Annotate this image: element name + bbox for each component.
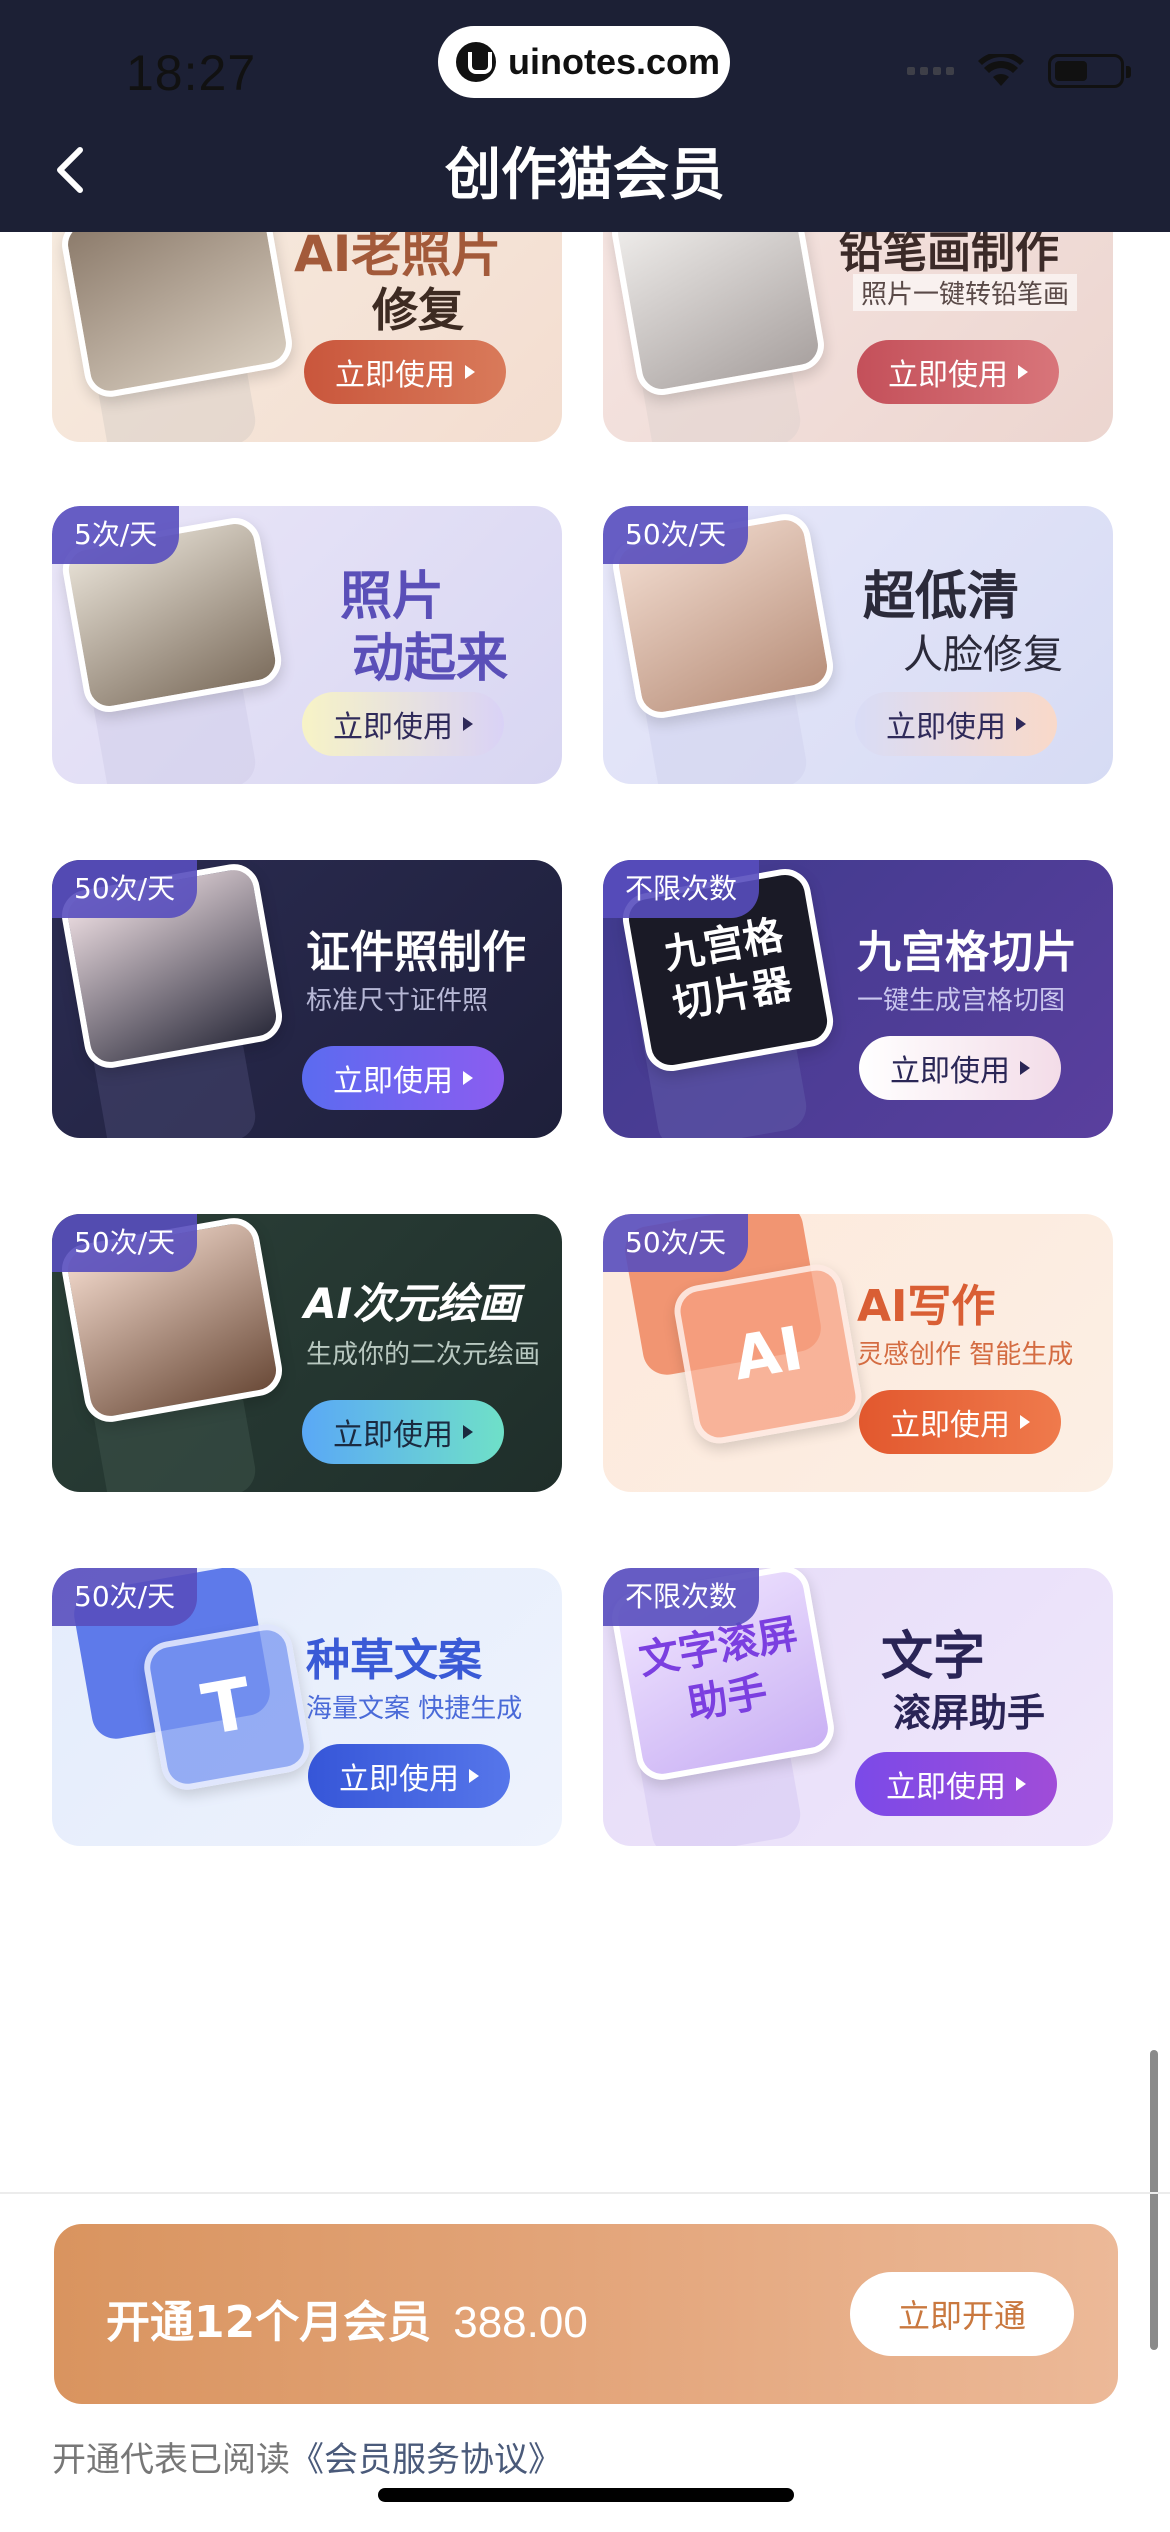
card-subtitle: 标准尺寸证件照 bbox=[306, 986, 489, 1016]
agreement-prefix: 开通代表已阅读 bbox=[52, 2440, 290, 2480]
card-old-photo-repair[interactable]: AI老照片 修复 立即使用 bbox=[52, 232, 562, 442]
card-id-photo[interactable]: 50次/天 证件照制作 标准尺寸证件照 立即使用 bbox=[52, 860, 562, 1138]
play-arrow-icon bbox=[463, 717, 473, 731]
wifi-icon bbox=[978, 51, 1024, 88]
card-title-line1: 文字 bbox=[881, 1627, 986, 1687]
button-label: 立即使用 bbox=[890, 1408, 1010, 1443]
text-thumb: T bbox=[140, 1620, 314, 1794]
usage-badge: 不限次数 bbox=[603, 860, 760, 918]
use-now-button[interactable]: 立即使用 bbox=[308, 1744, 510, 1808]
usage-badge: 不限次数 bbox=[603, 1568, 760, 1626]
plan-price: 388.00 bbox=[453, 2298, 588, 2347]
card-title-line1: 超低清 bbox=[863, 567, 1020, 627]
card-photo-animate[interactable]: 5次/天 照片 动起来 立即使用 bbox=[52, 506, 562, 784]
card-scroll-text[interactable]: 文字滚屏助手 不限次数 文字 滚屏助手 立即使用 bbox=[603, 1568, 1113, 1846]
play-arrow-icon bbox=[1016, 717, 1026, 731]
card-title-line2: 滚屏助手 bbox=[893, 1691, 1046, 1735]
card-pencil-drawing[interactable]: 铅笔画制作 照片一键转铅笔画 立即使用 bbox=[603, 232, 1113, 442]
purchase-bar: 开通12个月会员 388.00 立即开通 bbox=[54, 2224, 1118, 2404]
feature-grid: AI老照片 修复 立即使用 铅笔画制作 照片一键转铅笔画 立即使用 5次/天 照… bbox=[0, 232, 1170, 2192]
use-now-button[interactable]: 立即使用 bbox=[855, 1752, 1057, 1816]
button-label: 立即使用 bbox=[333, 710, 453, 745]
card-anime-drawing[interactable]: 50次/天 AI次元绘画 生成你的二次元绘画 立即使用 bbox=[52, 1214, 562, 1492]
usage-badge: 50次/天 bbox=[603, 506, 749, 564]
card-ai-writing[interactable]: AI 50次/天 AI写作 灵感创作 智能生成 立即使用 bbox=[603, 1214, 1113, 1492]
card-title-line2: 动起来 bbox=[352, 629, 509, 689]
card-subtitle: 灵感创作 智能生成 bbox=[857, 1340, 1074, 1370]
play-arrow-icon bbox=[463, 1071, 473, 1085]
usage-badge: 5次/天 bbox=[52, 506, 180, 564]
status-icons bbox=[907, 51, 1131, 88]
button-label: 立即使用 bbox=[335, 358, 455, 393]
card-subtitle: 海量文案 快捷生成 bbox=[306, 1694, 523, 1724]
play-arrow-icon bbox=[469, 1769, 479, 1783]
card-title: 证件照制作 bbox=[306, 927, 526, 978]
card-title: 种草文案 bbox=[306, 1635, 482, 1686]
usage-badge: 50次/天 bbox=[603, 1214, 749, 1272]
use-now-button[interactable]: 立即使用 bbox=[855, 692, 1057, 756]
portrait-image bbox=[607, 232, 829, 400]
use-now-button[interactable]: 立即使用 bbox=[859, 1036, 1061, 1100]
button-label: 立即使用 bbox=[886, 1770, 1006, 1805]
agreement-link[interactable]: 《会员服务协议》 bbox=[290, 2440, 562, 2480]
button-label: 立即使用 bbox=[333, 1064, 453, 1099]
card-face-restore[interactable]: 50次/天 超低清 人脸修复 立即使用 bbox=[603, 506, 1113, 784]
play-arrow-icon bbox=[1018, 365, 1028, 379]
use-now-button[interactable]: 立即使用 bbox=[302, 692, 504, 756]
use-now-button[interactable]: 立即使用 bbox=[857, 340, 1059, 404]
purchase-label: 开通12个月会员 388.00 bbox=[106, 2286, 588, 2350]
play-arrow-icon bbox=[463, 1425, 473, 1439]
use-now-button[interactable]: 立即使用 bbox=[302, 1400, 504, 1464]
button-label: 立即使用 bbox=[339, 1762, 459, 1797]
url-text: uinotes.com bbox=[508, 41, 721, 82]
card-title: AI次元绘画 bbox=[304, 1279, 521, 1328]
battery-icon bbox=[1048, 54, 1131, 88]
card-subtitle: 一键生成宫格切图 bbox=[857, 986, 1066, 1016]
play-arrow-icon bbox=[1020, 1061, 1030, 1075]
play-arrow-icon bbox=[1020, 1415, 1030, 1429]
plan-label: 开通12个月会员 bbox=[106, 2297, 432, 2348]
page-title: 创作猫会员 bbox=[445, 143, 725, 208]
usage-badge: 50次/天 bbox=[52, 1214, 198, 1272]
home-indicator[interactable] bbox=[378, 2488, 794, 2502]
url-pill: uinotes.com bbox=[438, 26, 730, 98]
card-seeding-copy[interactable]: T 50次/天 种草文案 海量文案 快捷生成 立即使用 bbox=[52, 1568, 562, 1846]
use-now-button[interactable]: 立即使用 bbox=[302, 1046, 504, 1110]
card-title-line2: 修复 bbox=[372, 283, 464, 337]
subscribe-button[interactable]: 立即开通 bbox=[850, 2272, 1074, 2356]
usage-badge: 50次/天 bbox=[52, 860, 198, 918]
card-subtitle: 生成你的二次元绘画 bbox=[306, 1340, 541, 1370]
old-photo-image bbox=[57, 232, 297, 401]
card-title: 九宫格切片 bbox=[857, 927, 1077, 978]
site-logo-icon bbox=[456, 42, 496, 82]
play-arrow-icon bbox=[1016, 1777, 1026, 1791]
card-title: AI写作 bbox=[857, 1281, 996, 1332]
usage-badge: 50次/天 bbox=[52, 1568, 198, 1626]
button-label: 立即使用 bbox=[333, 1418, 453, 1453]
card-title-line2: 人脸修复 bbox=[903, 632, 1063, 678]
divider bbox=[0, 2192, 1170, 2194]
status-time: 18:27 bbox=[126, 45, 257, 101]
button-label: 立即使用 bbox=[886, 710, 1006, 745]
agreement-notice: 开通代表已阅读《会员服务协议》 bbox=[52, 2432, 562, 2481]
scrollbar[interactable] bbox=[1150, 2050, 1158, 2350]
cellular-signal-icon bbox=[907, 67, 954, 75]
card-title: 铅笔画制作 bbox=[839, 232, 1059, 278]
button-label: 立即使用 bbox=[888, 358, 1008, 393]
app-header: 18:27 uinotes.com 创作猫会员 bbox=[0, 0, 1170, 232]
card-subtitle: 照片一键转铅笔画 bbox=[853, 274, 1078, 311]
use-now-button[interactable]: 立即使用 bbox=[304, 340, 506, 404]
button-label: 立即使用 bbox=[890, 1054, 1010, 1089]
ai-thumb: AI bbox=[670, 1260, 866, 1448]
play-arrow-icon bbox=[465, 365, 475, 379]
card-grid-slicer[interactable]: 九宫格切片器 不限次数 九宫格切片 一键生成宫格切图 立即使用 bbox=[603, 860, 1113, 1138]
use-now-button[interactable]: 立即使用 bbox=[859, 1390, 1061, 1454]
